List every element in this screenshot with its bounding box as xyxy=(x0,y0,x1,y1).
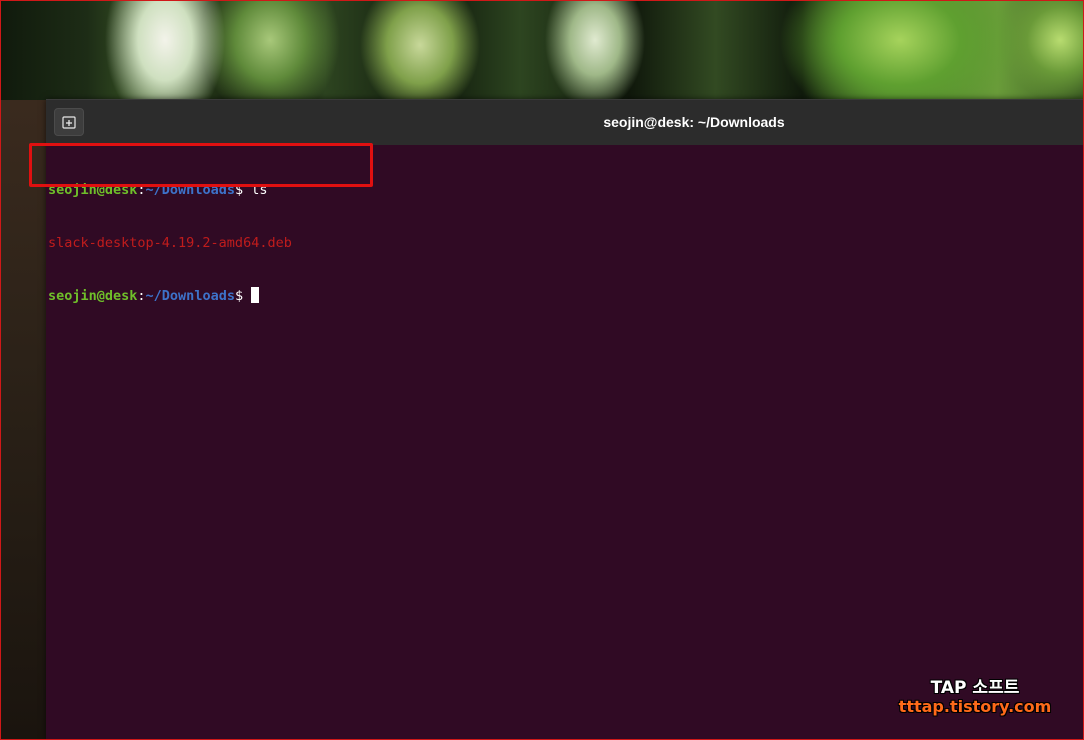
terminal-window[interactable]: seojin@desk: ~/Downloads seojin@desk:~/D… xyxy=(46,99,1084,740)
window-title: seojin@desk: ~/Downloads xyxy=(603,114,785,130)
highlight-annotation-box xyxy=(29,143,373,187)
watermark-title: TAP 소프트 xyxy=(930,678,1020,698)
prompt-colon: : xyxy=(137,288,146,304)
prompt-line: seojin@desk:~/Downloads$ xyxy=(48,287,1078,305)
terminal-titlebar[interactable]: seojin@desk: ~/Downloads xyxy=(46,99,1084,145)
prompt-path: ~/Downloads xyxy=(145,288,235,304)
text-cursor[interactable] xyxy=(251,287,260,303)
deb-file-name: slack-desktop-4.19.2-amd64.deb xyxy=(48,234,292,251)
desktop-wallpaper-edge xyxy=(0,100,47,740)
watermark: TAP 소프트 tttap.tistory.com xyxy=(890,673,1060,716)
watermark-url: tttap.tistory.com xyxy=(898,697,1052,716)
prompt-user: seojin@desk xyxy=(48,288,138,304)
prompt-dollar: $ xyxy=(234,288,252,304)
output-line: slack-desktop-4.19.2-amd64.deb xyxy=(48,235,1078,253)
